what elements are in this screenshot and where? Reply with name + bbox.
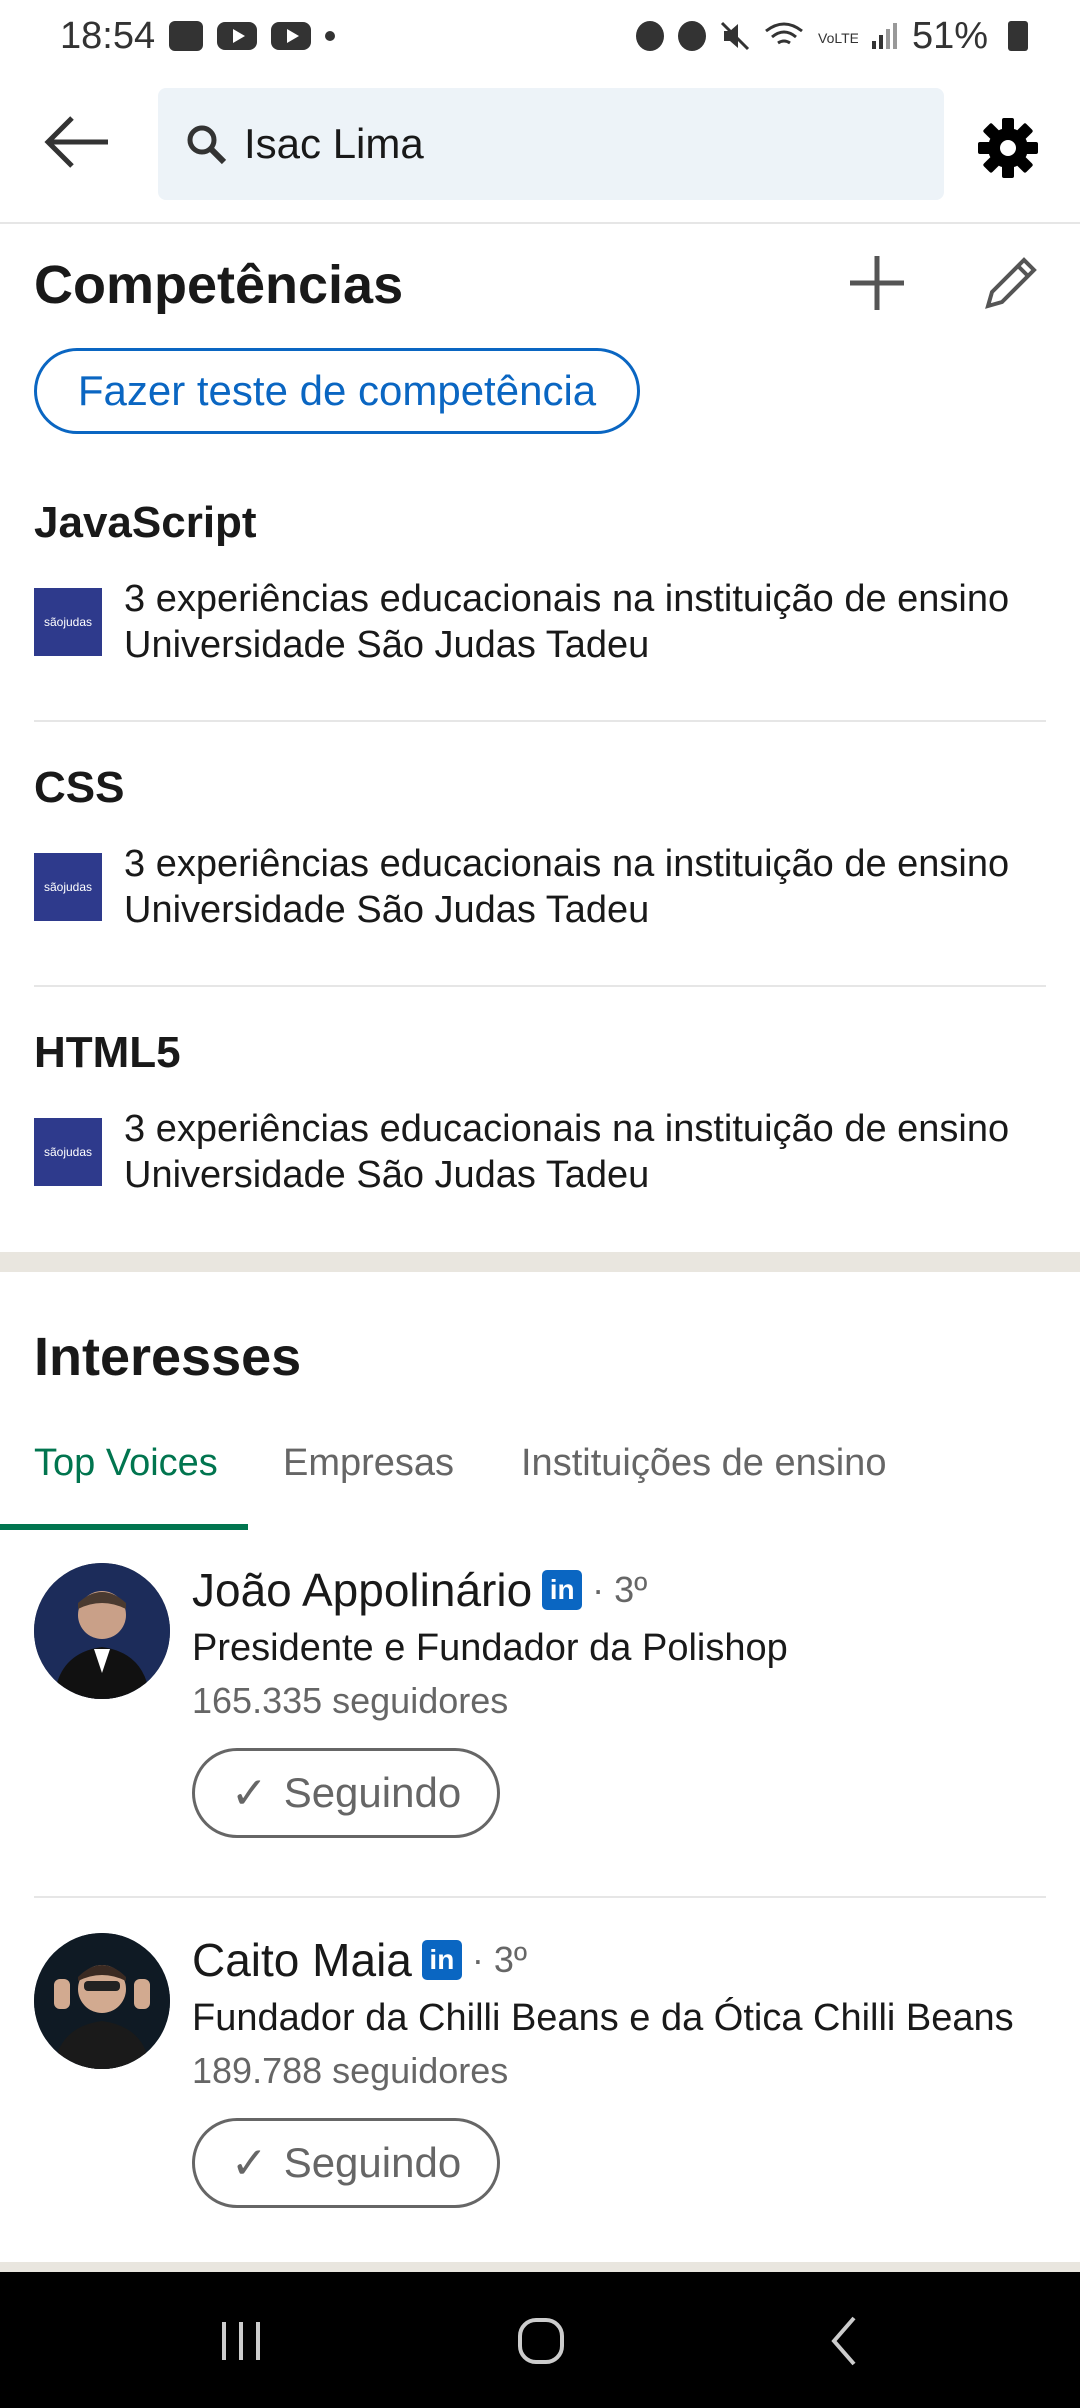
avatar[interactable]: [34, 1933, 170, 2069]
section-separator: [0, 1252, 1080, 1272]
follower-count: 165.335 seguidores: [192, 1680, 509, 1721]
svg-text:VoLTE: VoLTE: [818, 30, 858, 46]
following-button[interactable]: ✓ Seguindo: [192, 1748, 500, 1838]
top-voice-item[interactable]: João Appolinário in · 3º Presidente e Fu…: [34, 1563, 1046, 1843]
back-icon[interactable]: [810, 2306, 880, 2376]
tab-empresas[interactable]: Empresas: [283, 1442, 454, 1485]
following-button[interactable]: ✓ Seguindo: [192, 2118, 500, 2208]
skill-desc-line2: Universidade São Judas Tadeu: [124, 1154, 650, 1196]
follower-count: 189.788 seguidores: [192, 2050, 509, 2091]
gallery-icon: [169, 21, 204, 51]
connection-degree: · 3º: [471, 1939, 528, 1980]
youtube-icon: [217, 22, 258, 50]
school-logo: sãojudas: [34, 588, 102, 656]
home-icon[interactable]: [506, 2306, 576, 2376]
voice-name-row: João Appolinário in · 3º: [192, 1563, 1046, 1617]
voice-name-row: Caito Maia in · 3º: [192, 1933, 1046, 1987]
search-query: Isac Lima: [244, 120, 424, 167]
search-input[interactable]: Isac Lima: [158, 88, 944, 200]
interests-tabs: Top Voices Empresas Instituições de ensi…: [0, 1430, 1080, 1530]
school-logo: sãojudas: [34, 1118, 102, 1186]
battery-icon: [1008, 21, 1028, 51]
battery-percent: 51%: [911, 14, 988, 57]
avatar[interactable]: [34, 1563, 170, 1699]
voice-body: João Appolinário in · 3º Presidente e Fu…: [192, 1563, 1046, 1838]
section-separator: [0, 2262, 1080, 2272]
skills-title: Competências: [34, 255, 404, 315]
divider: [34, 985, 1046, 987]
status-bar: 18:54 VoLTE 51%: [0, 0, 1080, 72]
wifi-icon: [765, 22, 803, 45]
mute-icon: [720, 21, 749, 51]
lock-icon: [635, 21, 664, 51]
connection-degree: · 3º: [592, 1569, 648, 1610]
skill-item[interactable]: JavaScript sãojudas 3 experiências educa…: [34, 498, 1046, 668]
voice-name[interactable]: Caito Maia: [192, 1933, 412, 1987]
recent-apps-icon[interactable]: [206, 2306, 276, 2376]
status-time: 18:54: [60, 14, 156, 57]
active-tab-indicator: [0, 1524, 248, 1530]
interests-title: Interesses: [34, 1327, 302, 1387]
edit-pencil-icon[interactable]: [980, 252, 1042, 314]
voice-name[interactable]: João Appolinário: [192, 1563, 532, 1617]
youtube-icon: [271, 22, 312, 50]
skill-desc-line2: Universidade São Judas Tadeu: [124, 889, 650, 931]
skill-desc-line2: Universidade São Judas Tadeu: [124, 624, 650, 666]
volte-icon: VoLTE: [818, 30, 858, 46]
linkedin-icon: in: [542, 1570, 583, 1610]
back-arrow-icon[interactable]: [40, 112, 116, 172]
voice-headline: Presidente e Fundador da Polishop: [192, 1627, 788, 1669]
following-label: Seguindo: [283, 2139, 462, 2186]
signal-icon: [871, 23, 897, 49]
school-logo: sãojudas: [34, 853, 102, 921]
linkedin-icon: in: [421, 1940, 462, 1980]
top-bar: Isac Lima: [0, 72, 1080, 224]
system-nav-bar: [0, 2272, 1080, 2408]
divider: [34, 1896, 1046, 1898]
check-icon: ✓: [230, 1768, 268, 1818]
voice-body: Caito Maia in · 3º Fundador da Chilli Be…: [192, 1933, 1046, 2208]
notification-dot-icon: [325, 31, 336, 41]
gear-icon[interactable]: [976, 116, 1040, 180]
top-voice-item[interactable]: Caito Maia in · 3º Fundador da Chilli Be…: [34, 1933, 1046, 2213]
skill-name: HTML5: [34, 1028, 181, 1077]
divider: [34, 720, 1046, 722]
skill-description: 3 experiências educacionais na instituiç…: [124, 1106, 1009, 1198]
skill-test-button[interactable]: Fazer teste de competência: [34, 348, 640, 434]
skill-desc-line1: 3 experiências educacionais na instituiç…: [124, 578, 1010, 620]
following-label: Seguindo: [283, 1769, 462, 1816]
voice-headline: Fundador da Chilli Beans e da Ótica Chil…: [192, 1997, 1014, 2039]
skill-name: JavaScript: [34, 498, 257, 547]
skill-name: CSS: [34, 763, 125, 812]
skill-desc-line1: 3 experiências educacionais na instituiç…: [124, 1108, 1010, 1150]
alarm-icon: [677, 21, 706, 51]
search-icon: [187, 125, 227, 165]
status-right: VoLTE 51%: [635, 14, 1028, 58]
skill-desc-line1: 3 experiências educacionais na instituiç…: [124, 843, 1010, 885]
check-icon: ✓: [230, 2138, 268, 2188]
skill-description: 3 experiências educacionais na instituiç…: [124, 841, 1009, 933]
skill-item[interactable]: CSS sãojudas 3 experiências educacionais…: [34, 763, 1046, 933]
status-left: 18:54: [60, 14, 336, 58]
skill-item[interactable]: HTML5 sãojudas 3 experiências educaciona…: [34, 1028, 1046, 1198]
tab-instituicoes[interactable]: Instituições de ensino: [521, 1442, 886, 1485]
add-icon[interactable]: [846, 252, 908, 314]
skill-description: 3 experiências educacionais na instituiç…: [124, 576, 1009, 668]
tab-top-voices[interactable]: Top Voices: [34, 1442, 218, 1485]
